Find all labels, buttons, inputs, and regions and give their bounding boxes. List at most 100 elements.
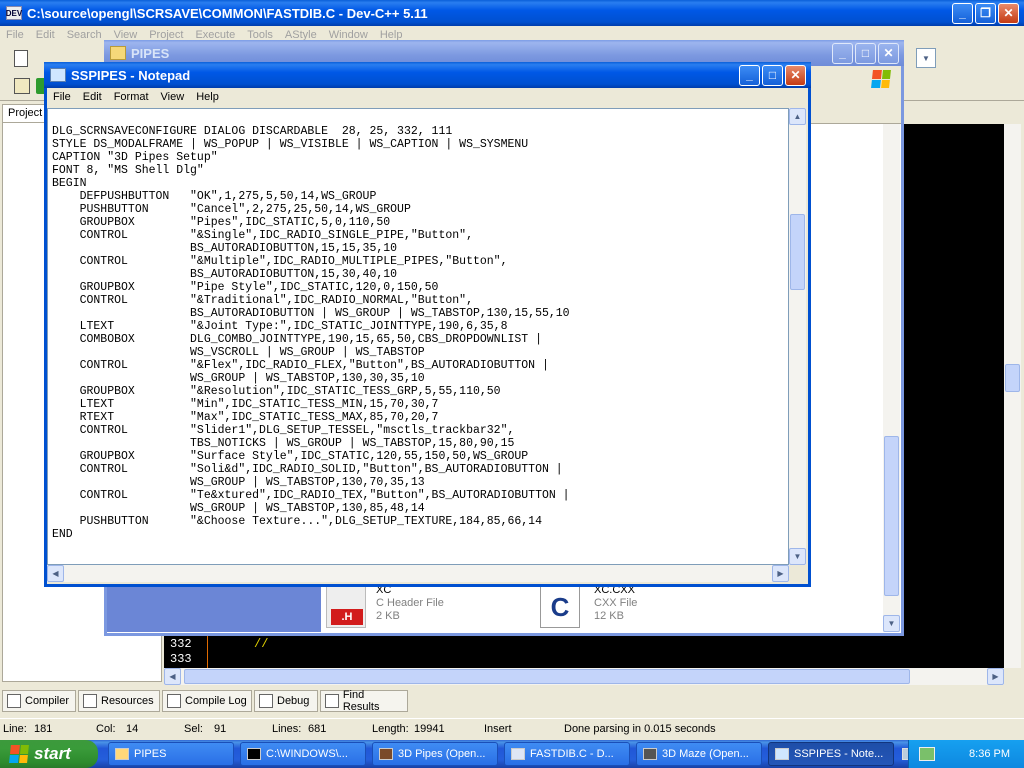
file-size: 2 KB [376,610,400,622]
open-file-icon[interactable] [14,78,30,94]
status-line-label: Line: [3,723,27,735]
tab-find-results[interactable]: Find Results [320,689,408,713]
taskbar-item-sspipes-notepad[interactable]: SSPIPES - Note... [768,742,894,766]
status-message: Done parsing in 0.015 seconds [564,723,716,735]
scroll-left-button[interactable]: ◀ [47,565,64,582]
file-item-xc-h[interactable]: .H XC C Header File 2 KB [324,584,524,630]
taskbar-item-3d-maze[interactable]: 3D Maze (Open... [636,742,762,766]
folder-icon [110,46,126,60]
menu-search[interactable]: Search [61,26,108,44]
find-results-icon [325,694,339,708]
compiler-icon [7,694,21,708]
status-mode: Insert [484,723,512,735]
system-tray: 8:36 PM [908,740,1024,768]
resources-icon [83,694,97,708]
windows-logo-icon [871,70,891,88]
scroll-down-button[interactable]: ▼ [789,548,806,565]
status-bar: Line: 181 Col: 14 Sel: 91 Lines: 681 Len… [0,718,1024,740]
menu-format[interactable]: Format [108,88,155,107]
tab-resources[interactable]: Resources [78,690,160,712]
taskbar-item-3d-pipes[interactable]: 3D Pipes (Open... [372,742,498,766]
file-size: 12 KB [594,610,624,622]
tab-compiler[interactable]: Compiler [2,690,76,712]
notepad-title-bar[interactable]: SSPIPES - Notepad _ □ ✕ [44,62,811,88]
line-number: 332 [170,637,192,651]
tab-project[interactable]: Project [2,104,46,122]
notepad-menu-bar: File Edit Format View Help [47,88,808,107]
close-button[interactable]: ✕ [785,64,806,86]
scroll-down-button[interactable]: ▼ [883,615,900,632]
debug-icon [259,694,273,708]
status-col-label: Col: [96,723,116,735]
toolbar-dropdown[interactable]: ▼ [916,48,936,68]
close-button[interactable]: ✕ [878,42,899,64]
scroll-up-button[interactable]: ▲ [789,108,806,125]
menu-view[interactable]: View [155,88,191,107]
minimize-button[interactable]: _ [952,2,973,24]
menu-edit[interactable]: Edit [77,88,108,107]
file-type: CXX File [594,597,638,609]
scroll-thumb[interactable] [790,214,805,290]
minimize-button[interactable]: _ [832,42,853,64]
devcpp-window-title: C:\source\opengl\SCRSAVE\COMMON\FASTDIB.… [27,5,428,21]
size-grip[interactable] [789,565,806,582]
code-text: // [254,637,269,651]
maximize-button[interactable]: □ [855,42,876,64]
notepad-content: DLG_SCRNSAVECONFIGURE DIALOG DISCARDABLE… [52,125,570,541]
menu-edit[interactable]: Edit [30,26,61,44]
notepad-app-icon [50,68,66,82]
editor-vertical-scrollbar[interactable] [1004,124,1021,668]
notepad-icon [775,748,789,760]
line-number: 333 [170,652,192,666]
file-item-xc-cxx[interactable]: C XC.CXX CXX File 12 KB [540,584,740,630]
clock[interactable]: 8:36 PM [969,748,1010,760]
scroll-right-button[interactable]: ▶ [772,565,789,582]
notepad-text-area[interactable]: DLG_SCRNSAVECONFIGURE DIALOG DISCARDABLE… [47,108,789,565]
status-sel-label: Sel: [184,723,203,735]
network-icon[interactable] [919,747,935,761]
taskbar-item-pipes[interactable]: PIPES [108,742,234,766]
status-lines-value: 681 [308,723,327,735]
devcpp-title-bar[interactable]: DEV C:\source\opengl\SCRSAVE\COMMON\FAST… [0,0,1024,26]
app-icon [379,748,393,760]
notepad-window-title: SSPIPES - Notepad [71,67,191,83]
scroll-thumb[interactable] [884,436,899,596]
maximize-button[interactable]: □ [762,64,783,86]
scroll-right-button[interactable]: ▶ [987,668,1004,685]
notepad-horizontal-scrollbar[interactable]: ◀ ▶ [47,565,789,582]
header-file-icon: .H [326,586,366,628]
notepad-vertical-scrollbar[interactable]: ▲ ▼ [789,108,806,565]
explorer-window-title: PIPES [131,45,170,61]
taskbar: start PIPES C:\WINDOWS\... 3D Pipes (Ope… [0,740,1024,768]
close-button[interactable]: ✕ [998,2,1019,24]
compile-log-icon [167,694,181,708]
status-sel-value: 91 [214,723,227,735]
taskbar-item-fastdib[interactable]: FASTDIB.C - D... [504,742,630,766]
status-col-value: 14 [126,723,139,735]
taskbar-item-cmd[interactable]: C:\WINDOWS\... [240,742,366,766]
cxx-file-icon: C [540,586,580,628]
start-button[interactable]: start [0,740,98,768]
app-icon [643,748,657,760]
file-type: C Header File [376,597,444,609]
scroll-left-button[interactable]: ◀ [164,668,181,685]
minimize-button[interactable]: _ [739,64,760,86]
scroll-thumb[interactable] [1005,364,1020,392]
scroll-thumb[interactable] [184,669,910,684]
tab-compile-log[interactable]: Compile Log [162,690,252,712]
tab-debug[interactable]: Debug [254,690,318,712]
explorer-vertical-scrollbar[interactable]: ▼ [883,124,900,632]
menu-file[interactable]: File [47,88,77,107]
editor-horizontal-scrollbar[interactable]: ◀ ▶ [164,668,1004,685]
maximize-button[interactable]: ❐ [975,2,996,24]
status-lines-label: Lines: [272,723,302,735]
devcpp-icon [511,748,525,760]
status-line-value: 181 [34,723,53,735]
menu-help[interactable]: Help [190,88,225,107]
new-file-icon[interactable] [14,50,28,67]
menu-file[interactable]: File [0,26,30,44]
status-length-label: Length: [372,723,409,735]
code-line-332: 332 // [170,637,770,651]
windows-logo-icon [9,745,29,763]
status-length-value: 19941 [414,723,445,735]
